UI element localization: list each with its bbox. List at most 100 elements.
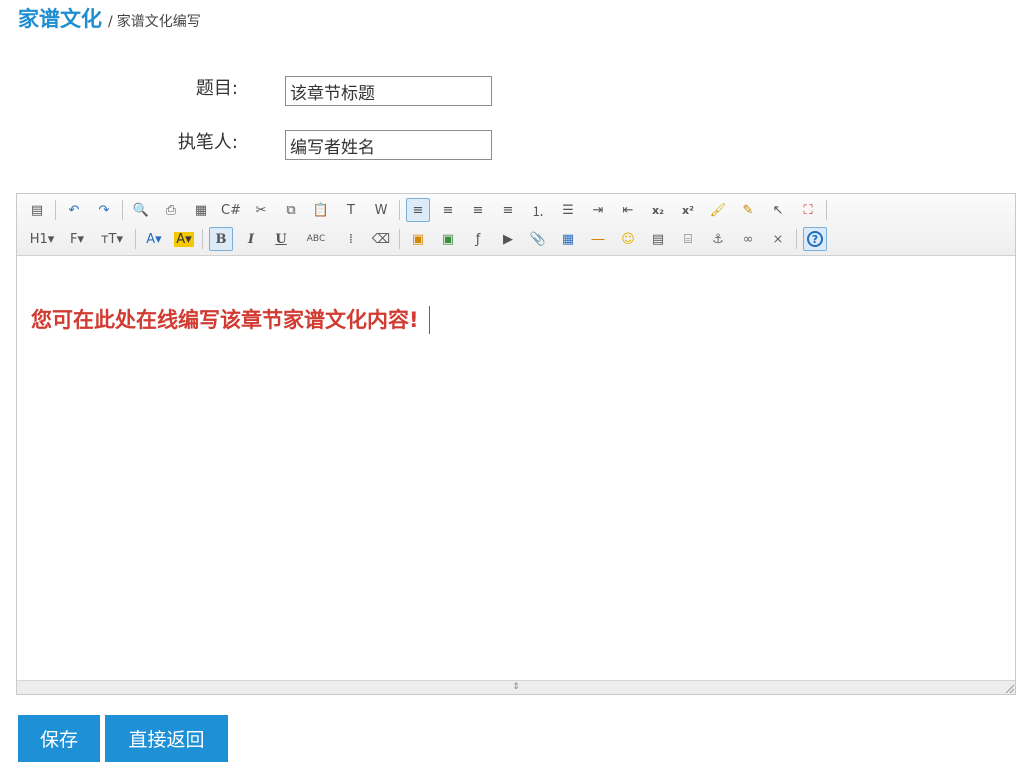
author-input[interactable] (285, 130, 492, 160)
outdent-button[interactable]: ⇤ (616, 198, 640, 222)
indent-button[interactable]: ⇥ (586, 198, 610, 222)
toolbar-separator (202, 229, 203, 249)
paste-word-icon: W (374, 202, 388, 218)
line-height-button[interactable]: ⁞ (339, 227, 363, 251)
image-icon: ▣ (411, 231, 425, 247)
text-color-button[interactable]: A▾ (142, 227, 166, 251)
ordered-list-icon: ⒈ (531, 204, 545, 220)
pagebreak-icon: ⌸ (684, 231, 692, 247)
author-label: 执笔人: (177, 132, 238, 153)
undo-button[interactable]: ↶ (62, 198, 86, 222)
toolbar-row-1: ▤ ↶ ↷ 🔍 ⎙ ▦ C# ✂ ⧉ 📋 T W ≡ ≡ ≡ ≡ ⒈ ☰ ⇥ ⇤ x₂ x² 🖌 ✎ ↖ ⛶ (25, 197, 833, 223)
pagebreak-button[interactable]: ⌸ (676, 227, 700, 251)
redo-button[interactable]: ↷ (92, 198, 116, 222)
toolbar-separator (399, 229, 400, 249)
italic-icon: I (247, 231, 255, 247)
eraser-icon: ⌫ (371, 231, 391, 247)
cut-button[interactable]: ✂ (249, 198, 273, 222)
subscript-button[interactable]: x₂ (646, 198, 670, 222)
link-icon: ∞ (742, 231, 754, 247)
media-button[interactable]: ▶ (496, 227, 520, 251)
align-center-button[interactable]: ≡ (436, 198, 460, 222)
breadcrumb-current: 家谱文化编写 (116, 14, 201, 30)
copy-button[interactable]: ⧉ (279, 198, 303, 222)
fullscreen-button[interactable]: ⛶ (796, 198, 820, 222)
italic-button[interactable]: I (239, 227, 263, 251)
corner-resize-icon[interactable] (1004, 683, 1014, 693)
strikethrough-button[interactable]: ABC (299, 227, 333, 251)
editor-content-area[interactable]: 您可在此处在线编写该章节家谱文化内容! (17, 256, 1015, 680)
copy-icon: ⧉ (286, 202, 296, 218)
preview-icon: 🔍 (132, 202, 150, 218)
paste-icon: 📋 (312, 202, 330, 218)
preview-button[interactable]: 🔍 (129, 198, 153, 222)
strikethrough-icon: ABC (306, 234, 326, 244)
image-button[interactable]: ▣ (406, 227, 430, 251)
breadcrumb-main[interactable]: 家谱文化 (18, 3, 102, 33)
unordered-list-button[interactable]: ☰ (556, 198, 580, 222)
source-icon: ▤ (30, 202, 44, 218)
print-icon: ⎙ (165, 202, 177, 218)
link-button[interactable]: ∞ (736, 227, 760, 251)
breadcrumb-separator: / (108, 14, 113, 30)
title-label: 题目: (195, 78, 238, 99)
breadcrumb: 家谱文化 / 家谱文化编写 (18, 3, 201, 33)
author-row: 执笔人: (0, 129, 600, 160)
hr-button[interactable]: ― (586, 227, 610, 251)
superscript-button[interactable]: x² (676, 198, 700, 222)
underline-button[interactable]: U (269, 227, 293, 251)
multi-image-button[interactable]: ▣ (436, 227, 460, 251)
select-all-button[interactable]: ↖ (766, 198, 790, 222)
code-icon: C# (221, 202, 241, 218)
template-icon: ▦ (194, 202, 208, 218)
anchor-icon: ⚓ (712, 231, 724, 247)
bold-button[interactable]: B (209, 227, 233, 251)
heading-button[interactable]: H1▾ (25, 227, 59, 251)
editor-toolbar: ▤ ↶ ↷ 🔍 ⎙ ▦ C# ✂ ⧉ 📋 T W ≡ ≡ ≡ ≡ ⒈ ☰ ⇥ ⇤ x₂ x² 🖌 ✎ ↖ ⛶ H1▾ F▾ тT▾ A▾… (17, 194, 1015, 256)
paste-text-button[interactable]: T (339, 198, 363, 222)
save-button[interactable]: 保存 (18, 715, 100, 762)
paste-word-button[interactable]: W (369, 198, 393, 222)
font-family-button[interactable]: F▾ (65, 227, 89, 251)
background-color-icon: A▾ (174, 231, 194, 247)
table-button[interactable]: ▦ (556, 227, 580, 251)
print-button[interactable]: ⎙ (159, 198, 183, 222)
code-button[interactable]: C# (219, 198, 243, 222)
anchor-button[interactable]: ⚓ (706, 227, 730, 251)
align-left-button[interactable]: ≡ (406, 198, 430, 222)
align-justify-button[interactable]: ≡ (496, 198, 520, 222)
align-right-button[interactable]: ≡ (466, 198, 490, 222)
help-icon: ? (807, 231, 823, 247)
font-size-button[interactable]: тT▾ (95, 227, 129, 251)
attachment-button[interactable]: 📎 (526, 227, 550, 251)
back-button[interactable]: 直接返回 (105, 715, 228, 762)
bold-icon: B (215, 231, 227, 247)
fullscreen-icon: ⛶ (803, 202, 813, 218)
resize-grip-icon[interactable]: ⇕ (509, 683, 523, 692)
select-all-icon: ↖ (772, 202, 784, 218)
title-input[interactable] (285, 76, 492, 106)
unlink-button[interactable]: ⨯ (766, 227, 790, 251)
emoticon-button[interactable]: ☺ (616, 227, 640, 251)
flash-icon: ƒ (475, 231, 481, 247)
ordered-list-button[interactable]: ⒈ (526, 198, 550, 222)
toolbar-separator (826, 200, 827, 220)
clear-format-button[interactable]: 🖌 (706, 198, 730, 222)
eraser-button[interactable]: ⌫ (369, 227, 393, 251)
source-button[interactable]: ▤ (25, 198, 49, 222)
paste-button[interactable]: 📋 (309, 198, 333, 222)
editor-content-text[interactable]: 您可在此处在线编写该章节家谱文化内容! (31, 306, 430, 334)
background-color-button[interactable]: A▾ (172, 227, 196, 251)
table-icon: ▦ (561, 231, 575, 247)
help-button[interactable]: ? (803, 227, 827, 251)
toolbar-separator (796, 229, 797, 249)
quick-format-button[interactable]: ✎ (736, 198, 760, 222)
indent-icon: ⇥ (592, 202, 604, 218)
subscript-icon: x₂ (652, 203, 664, 217)
flash-button[interactable]: ƒ (466, 227, 490, 251)
clear-format-icon: 🖌 (709, 202, 727, 218)
align-left-icon: ≡ (412, 202, 424, 218)
template-button[interactable]: ▦ (189, 198, 213, 222)
paste-text-icon: T (347, 202, 355, 218)
map-button[interactable]: ▤ (646, 227, 670, 251)
